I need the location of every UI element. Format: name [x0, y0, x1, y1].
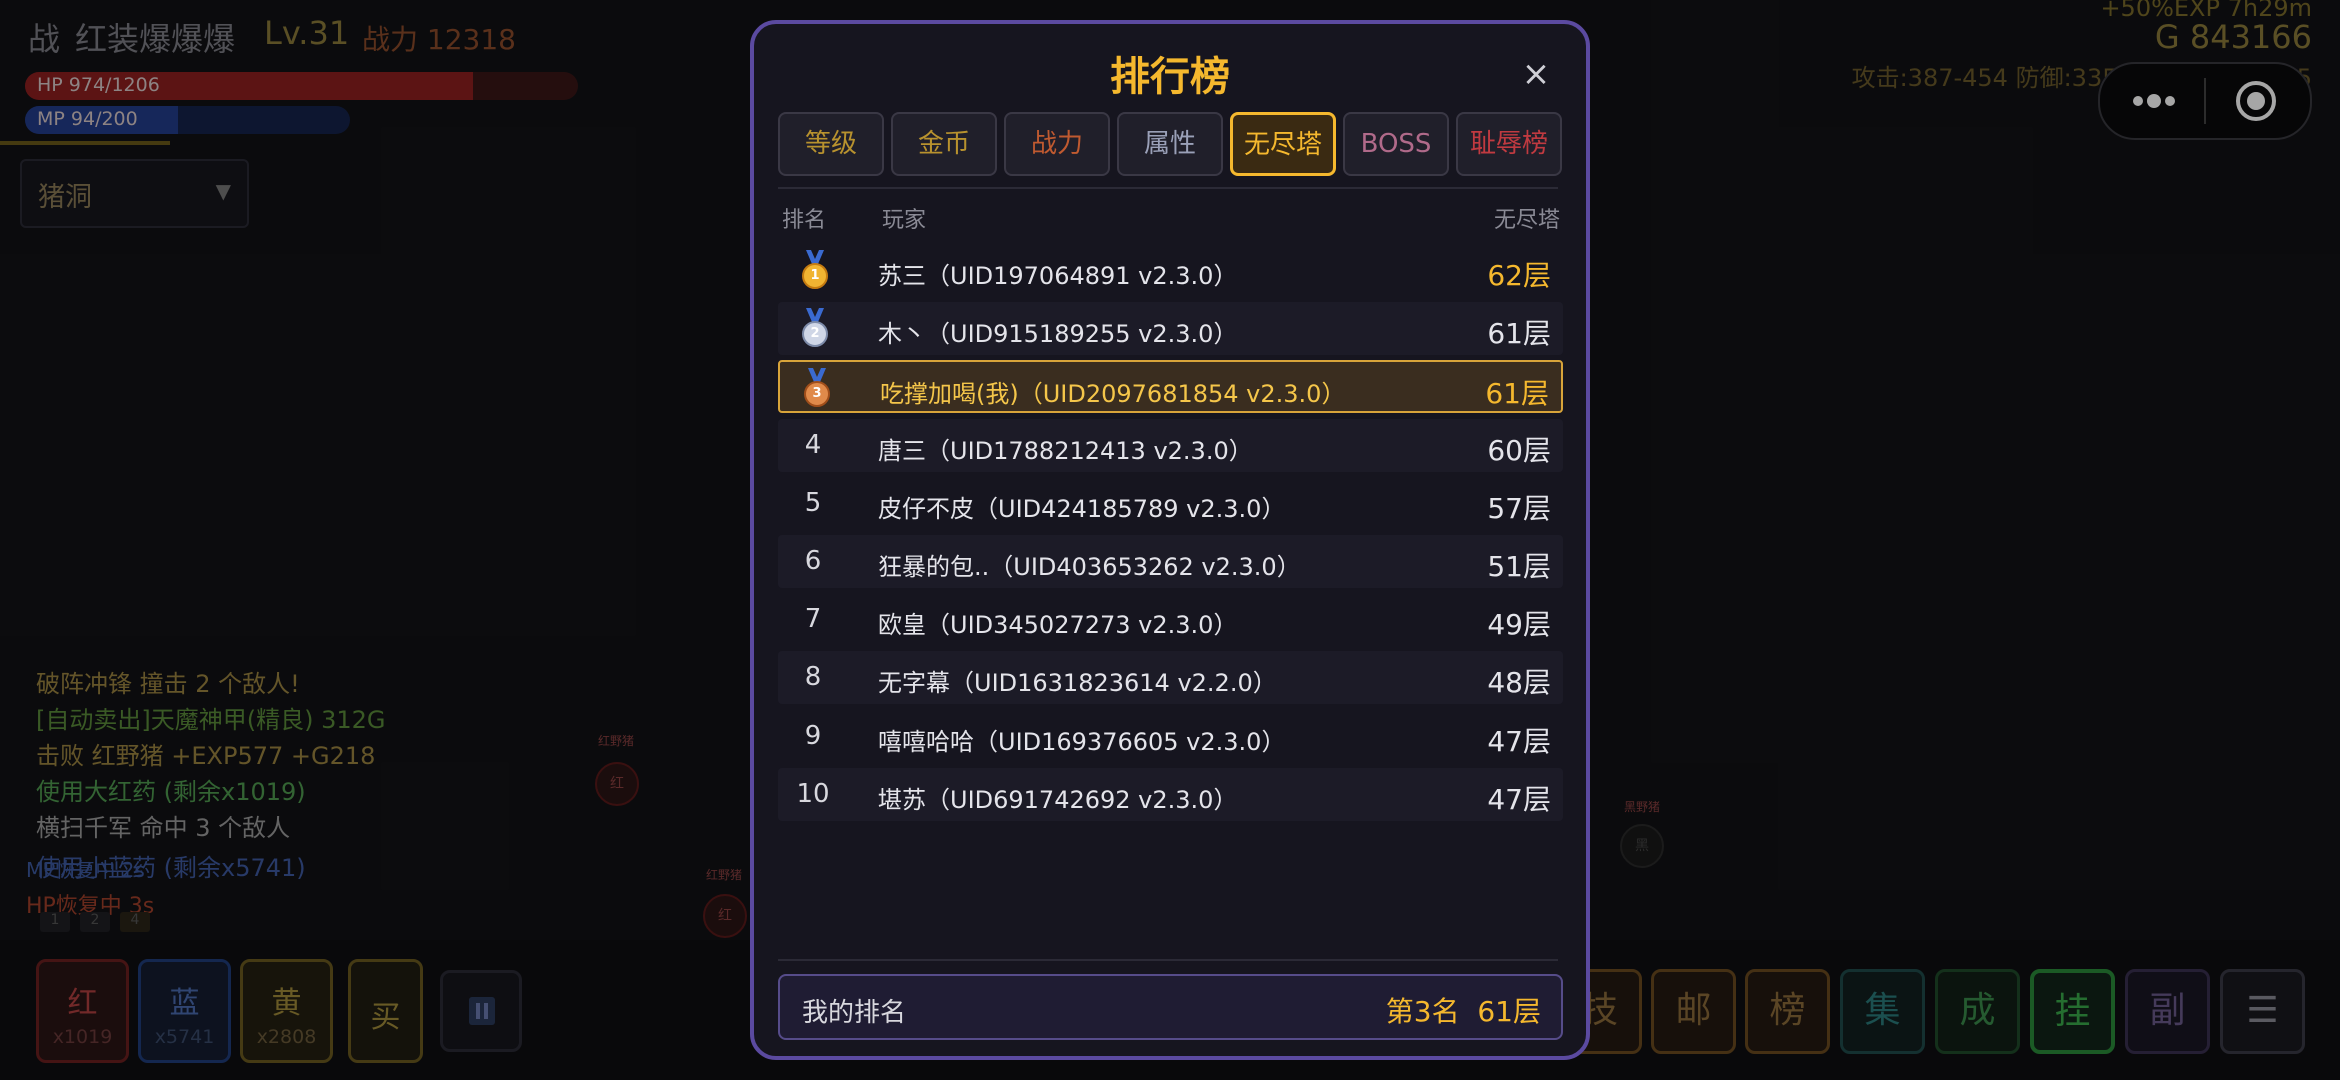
rank-number: 5	[804, 487, 822, 518]
table-row[interactable]: 1 苏三（UID197064891 v2.3.0） 62层	[778, 244, 1563, 297]
leaderboard-title: 排行榜	[1110, 54, 1230, 100]
player-name: 苏三（UID197064891 v2.3.0）	[878, 262, 1238, 290]
player-name: 狂暴的包..（UID403653262 v2.3.0）	[878, 553, 1301, 581]
medal-rank-number: 3	[812, 386, 822, 402]
player-name: 唐三（UID1788212413 v2.3.0）	[878, 436, 1253, 465]
bronze-medal-icon: 3	[802, 368, 832, 408]
player-name: 无字幕（UID1631823614 v2.2.0）	[878, 669, 1277, 698]
tab-label: 战力	[1030, 129, 1083, 159]
column-header-score: 无尽塔	[1493, 208, 1560, 233]
my-rank-bar: 我的排名 第3名 61层	[778, 974, 1563, 1040]
my-rank-value: 第3名 61层	[1385, 995, 1541, 1028]
tab-label: 无尽塔	[1243, 130, 1322, 160]
score-value: 47层	[1487, 782, 1551, 816]
my-rank-label: 我的排名	[802, 998, 907, 1028]
rank-number: 6	[804, 546, 822, 576]
rank-number: 10	[796, 778, 830, 809]
tab-endless-tower[interactable]: 无尽塔	[1230, 112, 1336, 176]
tab-label: BOSS	[1360, 129, 1432, 159]
score-value: 60层	[1487, 433, 1551, 467]
tab-label: 耻辱榜	[1469, 129, 1548, 159]
table-row[interactable]: 9 嘻嘻哈哈（UID169376605 v2.3.0） 47层	[778, 710, 1563, 763]
table-row[interactable]: 5 皮仔不皮（UID424185789 v2.3.0） 57层	[778, 477, 1563, 530]
tab-label: 等级	[804, 129, 857, 159]
score-value: 57层	[1487, 491, 1551, 525]
tab-boss[interactable]: BOSS	[1343, 112, 1449, 176]
table-row[interactable]: 10 堪苏（UID691742692 v2.3.0） 47层	[778, 767, 1563, 821]
tab-level[interactable]: 等级	[778, 112, 884, 176]
divider	[778, 187, 1558, 189]
player-name: 皮仔不皮（UID424185789 v2.3.0）	[878, 494, 1286, 523]
gold-medal-icon: 1	[800, 250, 830, 290]
table-row[interactable]: 4 唐三（UID1788212413 v2.3.0） 60层	[778, 418, 1563, 472]
tab-gold[interactable]: 金币	[891, 112, 997, 176]
table-row[interactable]: 8 无字幕（UID1631823614 v2.2.0） 48层	[778, 651, 1563, 705]
rank-number: 7	[804, 604, 822, 635]
score-value: 48层	[1487, 666, 1551, 700]
table-row-me[interactable]: 3 吃撑加喝(我)（UID2097681854 v2.3.0） 61层	[778, 360, 1563, 414]
player-name: 吃撑加喝(我)（UID2097681854 v2.3.0）	[880, 380, 1346, 409]
tab-shame[interactable]: 耻辱榜	[1456, 112, 1562, 176]
score-value: 51层	[1487, 550, 1551, 583]
divider	[778, 959, 1558, 961]
column-header-player: 玩家	[882, 208, 927, 233]
player-name: 欧皇（UID345027273 v2.3.0）	[878, 611, 1238, 640]
table-row[interactable]: 7 欧皇（UID345027273 v2.3.0） 49层	[778, 593, 1563, 646]
table-row[interactable]: 2 木丶（UID915189255 v2.3.0） 61层	[778, 302, 1563, 356]
player-name: 嘻嘻哈哈（UID169376605 v2.3.0）	[878, 727, 1286, 756]
leaderboard-modal: 排行榜 × 等级 金币 战力 属性 无尽塔 BOSS 耻辱榜 排名 玩家 无尽塔…	[750, 20, 1590, 1060]
score-value: 62层	[1487, 259, 1551, 292]
rank-number: 8	[804, 662, 822, 693]
table-row[interactable]: 6 狂暴的包..（UID403653262 v2.3.0） 51层	[778, 535, 1563, 588]
tab-attributes[interactable]: 属性	[1117, 112, 1223, 176]
score-value: 47层	[1487, 724, 1551, 758]
score-value: 49层	[1487, 608, 1551, 642]
medal-rank-number: 2	[810, 326, 820, 342]
player-name: 木丶（UID915189255 v2.3.0）	[878, 320, 1238, 349]
rank-number: 9	[804, 720, 822, 751]
tab-power[interactable]: 战力	[1004, 112, 1110, 176]
tab-label: 金币	[917, 129, 970, 159]
score-value: 61层	[1487, 317, 1551, 351]
rank-number: 4	[804, 429, 822, 460]
player-name: 堪苏（UID691742692 v2.3.0）	[878, 785, 1238, 814]
close-icon[interactable]: ×	[1516, 54, 1556, 94]
silver-medal-icon: 2	[800, 308, 830, 348]
score-value: 61层	[1485, 377, 1549, 411]
tab-label: 属性	[1143, 129, 1196, 159]
column-header-rank: 排名	[782, 208, 827, 233]
medal-rank-number: 1	[810, 268, 820, 283]
